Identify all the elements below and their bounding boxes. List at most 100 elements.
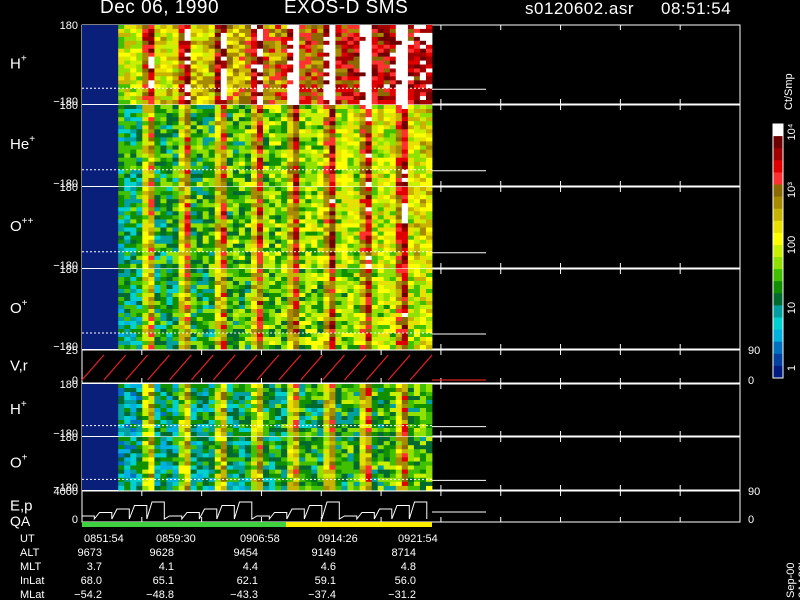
spectrogram-cell (208, 137, 216, 142)
spectrogram-cell (172, 60, 179, 65)
spectrogram-cell (347, 117, 354, 122)
spectrogram-cell (335, 92, 342, 97)
spectrogram-cell (426, 121, 433, 126)
spectrogram-cell (383, 428, 391, 433)
spectrogram-cell (232, 313, 240, 318)
spectrogram-cell (142, 68, 149, 73)
spectrogram-cell (172, 28, 179, 34)
spectrogram-cell (154, 231, 161, 237)
spectrogram-cell (130, 40, 137, 46)
spectrogram-cell (317, 56, 324, 61)
spectrogram-cell (130, 341, 137, 346)
spectrogram-cell (329, 231, 336, 237)
spectrogram-cell (323, 105, 330, 110)
spectrogram-cell (377, 169, 385, 175)
spectrogram-cell (136, 321, 143, 326)
spectrogram-cell (190, 325, 197, 330)
spectrogram-cell (220, 404, 228, 409)
spectrogram-cell (136, 157, 143, 163)
spectrogram-cell (293, 317, 300, 322)
spectrogram-cell (130, 211, 137, 216)
spectrogram-cell (275, 309, 282, 314)
spectrogram-cell (136, 239, 143, 245)
spectrogram-cell (220, 259, 228, 265)
spectrogram-cell (124, 305, 131, 310)
spectrogram-cell (202, 76, 210, 81)
spectrogram-cell (232, 384, 240, 389)
spectrogram-cell (184, 48, 191, 54)
spectrogram-cell (226, 337, 234, 342)
spectrogram-cell (238, 396, 246, 401)
spectrogram-cell (142, 145, 149, 150)
spectrogram-cell (184, 317, 191, 322)
spectrogram-cell (226, 400, 234, 405)
spectrogram-cell (154, 420, 161, 425)
spectrogram-cell (154, 137, 161, 142)
spectrogram-cell (208, 25, 216, 30)
spectrogram-cell (196, 28, 204, 34)
spectrogram-cell (148, 337, 155, 342)
spectrogram-cell (401, 129, 409, 134)
spectrogram-cell (365, 187, 372, 192)
spectrogram-cell (426, 239, 433, 245)
spectrogram-cell (365, 92, 372, 97)
spectrogram-cell (329, 227, 336, 232)
spectrogram-cell (208, 227, 216, 232)
spectrogram-cell (311, 68, 318, 73)
spectrogram-cell (232, 251, 240, 257)
spectrogram-cell (214, 223, 222, 228)
spectrogram-cell (160, 289, 167, 294)
spectrogram-cell (275, 239, 282, 245)
spectrogram-cell (389, 181, 397, 187)
spectrogram-cell (275, 211, 282, 216)
spectrogram-cell (118, 255, 125, 261)
spectrogram-cell (413, 333, 421, 338)
spectrogram-cell (118, 88, 125, 93)
spectrogram-cell (407, 231, 415, 237)
spectrogram-cell (323, 333, 330, 338)
spectrogram-cell (251, 44, 258, 50)
spectrogram-cell (142, 153, 149, 159)
spectrogram-cell (329, 341, 336, 346)
spectrogram-cell (281, 277, 288, 282)
spectrogram-cell (226, 96, 234, 101)
spectrogram-cell (371, 100, 379, 105)
spectrogram-cell (184, 40, 191, 46)
spectrogram-cell (317, 161, 324, 167)
spectrogram-cell (383, 177, 391, 183)
spectrogram-cell (263, 181, 270, 187)
spectrogram-cell (317, 223, 324, 228)
spectrogram-cell (166, 187, 173, 192)
spectrogram-cell (244, 169, 252, 175)
spectrogram-cell (407, 153, 415, 159)
spectrogram-cell (426, 263, 433, 269)
spectrogram-cell (136, 60, 143, 65)
spectrogram-cell (208, 68, 216, 73)
spectrogram-cell (293, 428, 300, 433)
spectrogram-cell (263, 281, 270, 286)
spectrogram-cell (196, 76, 204, 81)
spectrogram-cell (202, 412, 210, 417)
spectrogram-cell (166, 80, 173, 85)
spectrogram-cell (226, 48, 234, 54)
spectrogram-cell (426, 345, 433, 350)
spectrogram-cell (160, 60, 167, 65)
spectrogram-cell (305, 420, 312, 425)
spectrogram-cell (389, 305, 397, 310)
spectrogram-cell (383, 384, 391, 389)
spectrogram-cell (208, 100, 216, 105)
spectrogram-cell (389, 392, 397, 397)
spectrogram-cell (184, 305, 191, 310)
spectrogram-cell (359, 243, 366, 249)
spectrogram-cell (413, 211, 421, 216)
spectrogram-cell (335, 141, 342, 146)
spectrogram-cell (178, 400, 185, 405)
spectrogram-cell (196, 289, 204, 294)
spectrogram-cell (371, 64, 379, 69)
spectrogram-cell (226, 40, 234, 46)
spectrogram-cell (317, 412, 324, 417)
spectrogram-cell (136, 44, 143, 50)
spectrogram-cell (124, 255, 131, 261)
spectrogram-cell (275, 32, 282, 38)
spectrogram-cell (251, 32, 258, 38)
